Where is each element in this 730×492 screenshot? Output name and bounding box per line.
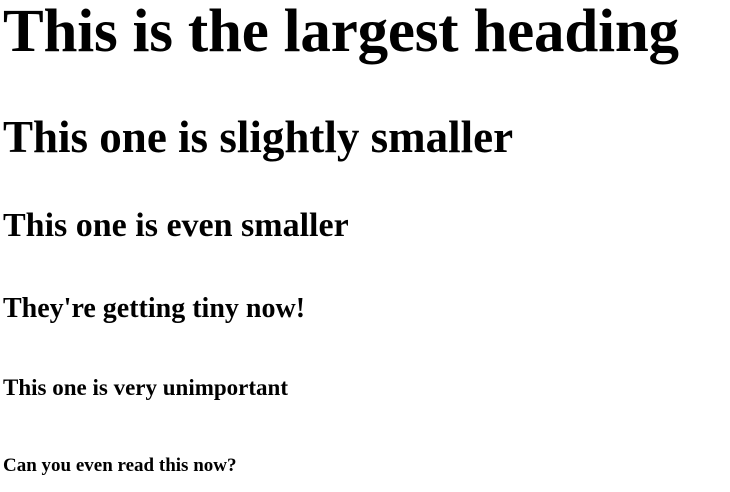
heading-level-6: Can you even read this now? [3,455,237,476]
heading-level-3: This one is even smaller [3,207,349,244]
heading-level-2: This one is slightly smaller [3,112,514,162]
heading-level-5: This one is very unimportant [3,375,288,400]
heading-level-4: They're getting tiny now! [3,293,306,324]
heading-level-1: This is the largest heading [3,0,679,65]
